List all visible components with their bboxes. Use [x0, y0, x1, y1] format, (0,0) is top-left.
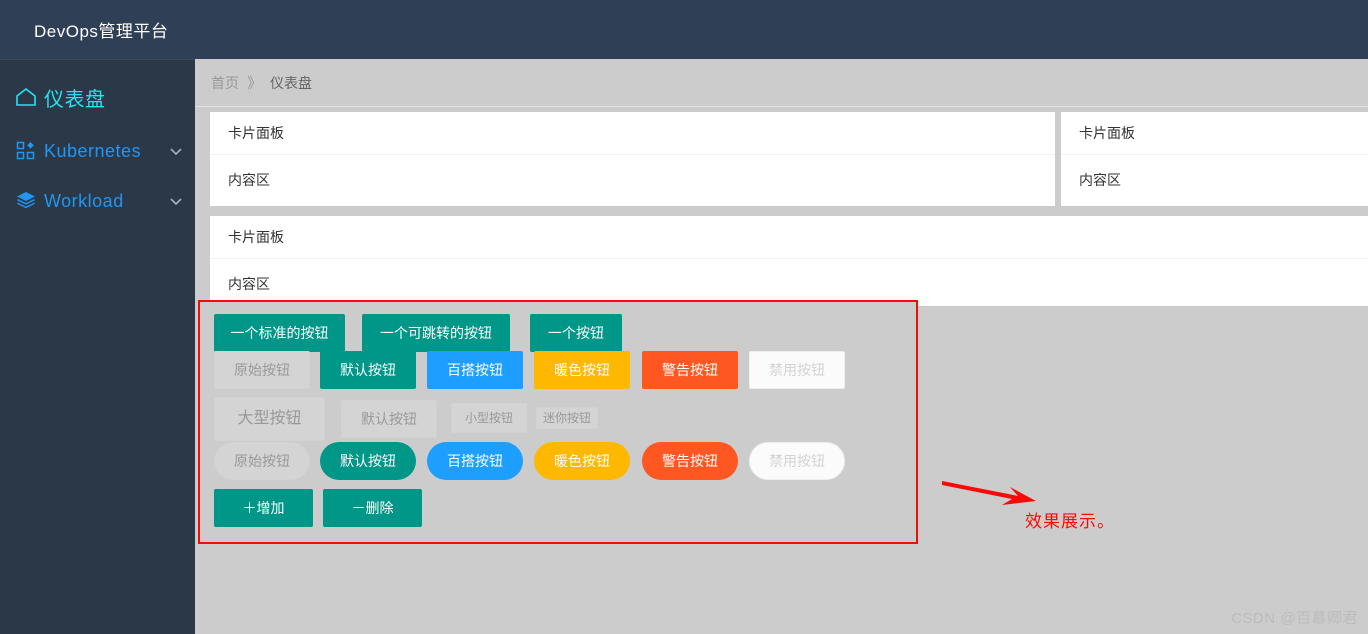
warm-radius-button[interactable]: 暖色按钮: [534, 442, 630, 480]
chevron-down-icon[interactable]: [157, 143, 195, 159]
sidebar-item-dashboard[interactable]: 仪表盘: [0, 68, 195, 126]
card-panel-2: 卡片面板 内容区: [1061, 112, 1368, 206]
default-size-button[interactable]: 默认按钮: [341, 400, 437, 438]
delete-button[interactable]: －删除: [323, 489, 422, 527]
breadcrumb-separator-icon: 》: [247, 75, 263, 92]
default-radius-button[interactable]: 默认按钮: [320, 442, 416, 480]
standard-button[interactable]: 一个标准的按钮: [214, 314, 345, 352]
watermark: CSDN @百慕卿君: [1231, 610, 1358, 627]
primary-outline-radius-button[interactable]: 原始按钮: [214, 442, 310, 480]
danger-radius-button[interactable]: 警告按钮: [642, 442, 738, 480]
sidebar-item-workload-label: Workload: [44, 190, 124, 211]
card-panel-1-body: 内容区: [228, 172, 270, 188]
chevron-down-icon[interactable]: [157, 193, 195, 209]
danger-button[interactable]: 警告按钮: [642, 351, 738, 389]
normal-radius-button[interactable]: 百搭按钮: [427, 442, 523, 480]
main-content: 首页 》 仪表盘 卡片面板 内容区 卡片面板 内容区 卡片面板 内容区 一个标准…: [195, 59, 1368, 634]
breadcrumb-current: 仪表盘: [270, 74, 313, 91]
top-header: DevOps管理平台: [0, 0, 1368, 59]
sidebar-item-kubernetes[interactable]: Kubernetes: [0, 126, 195, 176]
sidebar-item-dashboard-label: 仪表盘: [44, 88, 106, 111]
breadcrumb-home[interactable]: 首页: [211, 73, 239, 93]
sidebar-item-workload[interactable]: Workload: [0, 176, 195, 226]
app-brand-title: DevOps管理平台: [34, 22, 169, 41]
warm-button[interactable]: 暖色按钮: [534, 351, 630, 389]
layers-icon: [8, 190, 44, 212]
home-icon: [8, 85, 44, 109]
sidebar: 仪表盘 Kubernetes Workload: [0, 59, 195, 634]
normal-button[interactable]: 百搭按钮: [427, 351, 523, 389]
card-panel-2-body: 内容区: [1079, 172, 1121, 188]
link-button[interactable]: 一个可跳转的按钮: [362, 314, 510, 352]
primary-outline-button[interactable]: 原始按钮: [214, 351, 310, 389]
annotation-label: 效果展示。: [1025, 512, 1115, 531]
default-button[interactable]: 默认按钮: [320, 351, 416, 389]
card-panel-3-title: 卡片面板: [210, 216, 1368, 259]
disabled-radius-button: 禁用按钮: [749, 442, 845, 480]
add-button[interactable]: ＋增加: [214, 489, 313, 527]
card-panel-2-title: 卡片面板: [1061, 112, 1368, 155]
button-showcase-region: 一个标准的按钮 一个可跳转的按钮 一个按钮 原始按钮 默认按钮 百搭按钮 暖色按…: [198, 300, 918, 544]
breadcrumb: 首页 》 仪表盘: [195, 59, 1368, 107]
grid-icon: [8, 141, 44, 161]
plain-button[interactable]: 一个按钮: [530, 314, 622, 352]
mini-size-button[interactable]: 迷你按钮: [536, 407, 598, 429]
sidebar-item-kubernetes-label: Kubernetes: [44, 140, 142, 161]
card-panel-1-title: 卡片面板: [210, 112, 1055, 155]
app-root: DevOps管理平台 仪表盘 Kubernetes Workload 首页 》 …: [0, 0, 1368, 634]
card-panel-3: 卡片面板 内容区: [210, 216, 1368, 306]
small-size-button[interactable]: 小型按钮: [451, 403, 527, 433]
large-size-button[interactable]: 大型按钮: [214, 397, 325, 441]
disabled-button: 禁用按钮: [749, 351, 845, 389]
card-panel-1: 卡片面板 内容区: [210, 112, 1055, 206]
